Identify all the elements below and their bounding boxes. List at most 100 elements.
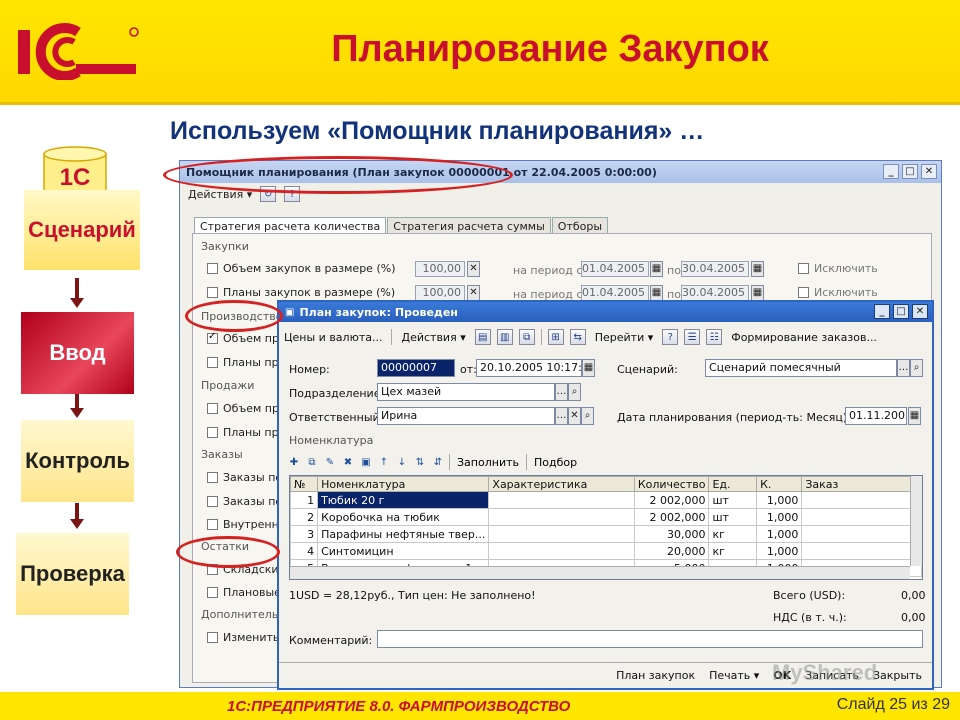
move-down-icon[interactable]: ↓ [395, 455, 409, 469]
select-button[interactable]: … [555, 383, 568, 401]
item-name[interactable]: Парафины нефтяные твер... [317, 525, 490, 543]
column-header[interactable]: № [290, 476, 319, 492]
structure-icon[interactable]: ⊞ [547, 329, 564, 345]
movements-icon[interactable]: ⇆ [569, 329, 586, 345]
item-unit[interactable]: шт [708, 491, 758, 509]
search-icon[interactable]: ⌕ [910, 359, 923, 377]
period-to[interactable]: 30.04.2005 [681, 285, 749, 301]
column-header[interactable]: Количество [633, 476, 710, 492]
checkbox[interactable] [207, 519, 218, 530]
checkbox[interactable] [207, 357, 218, 368]
table-row[interactable]: 3 Парафины нефтяные твер... 30,000 кг 1,… [290, 525, 922, 543]
number-field[interactable]: 00000007 [377, 359, 455, 377]
column-header[interactable]: Характеристика [488, 476, 635, 492]
select-button[interactable]: … [897, 359, 910, 377]
column-header[interactable]: К. [756, 476, 803, 492]
sales-plans-option[interactable]: Планы про [207, 426, 285, 439]
checkbox[interactable] [207, 496, 218, 507]
form-orders-button[interactable]: Формирование заказов... [728, 330, 880, 345]
item-order[interactable] [801, 508, 922, 526]
close-window-button[interactable]: Закрыть [873, 669, 922, 682]
sort-asc-icon[interactable]: ⇅ [413, 455, 427, 469]
calendar-icon[interactable]: ▦ [650, 285, 663, 301]
exclude-option[interactable]: Исключить [798, 286, 878, 299]
copy-icon[interactable]: ⧉ [518, 329, 535, 345]
item-coefficient[interactable]: 1,000 [756, 542, 803, 560]
table-row[interactable]: 2 Коробочка на тюбик 2 002,000 шт 1,000 [290, 508, 922, 526]
item-quantity[interactable]: 30,000 [633, 525, 710, 543]
customer-orders-option[interactable]: Заказы по [207, 471, 282, 484]
plan-date-field[interactable]: 01.11.2005 [845, 407, 907, 425]
table-row[interactable]: 1 Тюбик 20 г 2 002,000 шт 1,000 [290, 491, 922, 509]
calendar-icon[interactable]: ▦ [650, 261, 663, 277]
item-name[interactable]: Тюбик 20 г [317, 491, 490, 509]
item-quantity[interactable]: 2 002,000 [633, 491, 710, 509]
period-from[interactable]: 01.04.2005 [581, 285, 649, 301]
column-header[interactable]: Ед. [708, 476, 758, 492]
checkbox[interactable] [207, 632, 218, 643]
item-order[interactable] [801, 491, 922, 509]
checkbox[interactable] [207, 403, 218, 414]
checkbox[interactable] [207, 263, 218, 274]
list-icon[interactable]: ☰ [684, 329, 701, 345]
exclude-option[interactable]: Исключить [798, 262, 878, 275]
purchase-plans-value[interactable]: 100,00 [415, 285, 465, 301]
minimize-button[interactable]: _ [874, 304, 890, 319]
clear-icon[interactable]: ✕ [467, 285, 480, 301]
sort-desc-icon[interactable]: ⇵ [431, 455, 445, 469]
item-characteristic[interactable] [488, 491, 635, 509]
select-items-button[interactable]: Подбор [531, 455, 580, 470]
item-unit[interactable]: кг [708, 542, 758, 560]
checkbox[interactable] [207, 587, 218, 598]
planned-stocks-option[interactable]: Плановые [207, 586, 281, 599]
internal-orders-option[interactable]: Внутренни [207, 518, 286, 531]
fill-button[interactable]: Заполнить [454, 455, 522, 470]
calendar-icon[interactable]: ▦ [582, 359, 595, 377]
item-order[interactable] [801, 542, 922, 560]
checkbox[interactable] [798, 287, 809, 298]
sales-volume-option[interactable]: Объем про [207, 402, 286, 415]
column-header[interactable]: Заказ [801, 476, 922, 492]
clear-icon[interactable]: ✕ [467, 261, 480, 277]
select-button[interactable]: … [555, 407, 568, 425]
period-from[interactable]: 01.04.2005 [581, 261, 649, 277]
production-plans-option[interactable]: Планы про [207, 356, 285, 369]
settings-icon[interactable]: ☷ [706, 329, 723, 345]
item-unit[interactable]: шт [708, 508, 758, 526]
unpost-icon[interactable]: ▥ [496, 329, 513, 345]
minimize-button[interactable]: _ [883, 164, 899, 179]
comment-field[interactable] [377, 630, 923, 648]
checkbox[interactable] [798, 263, 809, 274]
calendar-icon[interactable]: ▦ [751, 261, 764, 277]
checkbox[interactable] [207, 287, 218, 298]
post-icon[interactable]: ▤ [474, 329, 491, 345]
table-row[interactable]: 4 Синтомицин 20,000 кг 1,000 [290, 542, 922, 560]
end-edit-icon[interactable]: ▣ [359, 455, 373, 469]
copy-row-icon[interactable]: ⧉ [305, 455, 319, 469]
item-coefficient[interactable]: 1,000 [756, 525, 803, 543]
add-row-icon[interactable]: ✚ [287, 455, 301, 469]
column-header[interactable]: Номенклатура [317, 476, 490, 492]
item-order[interactable] [801, 525, 922, 543]
close-button[interactable]: ✕ [921, 164, 937, 179]
delete-row-icon[interactable]: ✖ [341, 455, 355, 469]
item-quantity[interactable]: 20,000 [633, 542, 710, 560]
nomenclature-table[interactable]: № Номенклатура Характеристика Количество… [289, 475, 923, 580]
item-characteristic[interactable] [488, 542, 635, 560]
clear-icon[interactable]: ✕ [568, 407, 581, 425]
close-button[interactable]: ✕ [912, 304, 928, 319]
item-name[interactable]: Синтомицин [317, 542, 490, 560]
item-characteristic[interactable] [488, 508, 635, 526]
vertical-scrollbar[interactable] [910, 476, 922, 566]
purchase-volume-option[interactable]: Объем закупок в размере (%) [207, 262, 395, 275]
calendar-icon[interactable]: ▦ [751, 285, 764, 301]
search-icon[interactable]: ⌕ [581, 407, 594, 425]
item-coefficient[interactable]: 1,000 [756, 508, 803, 526]
purchase-volume-value[interactable]: 100,00 [415, 261, 465, 277]
supplier-orders-option[interactable]: Заказы по [207, 495, 282, 508]
division-field[interactable]: Цех мазей [377, 383, 555, 401]
period-to[interactable]: 30.04.2005 [681, 261, 749, 277]
prices-currency-button[interactable]: Цены и валюта... [281, 330, 385, 345]
item-quantity[interactable]: 2 002,000 [633, 508, 710, 526]
search-icon[interactable]: ⌕ [568, 383, 581, 401]
